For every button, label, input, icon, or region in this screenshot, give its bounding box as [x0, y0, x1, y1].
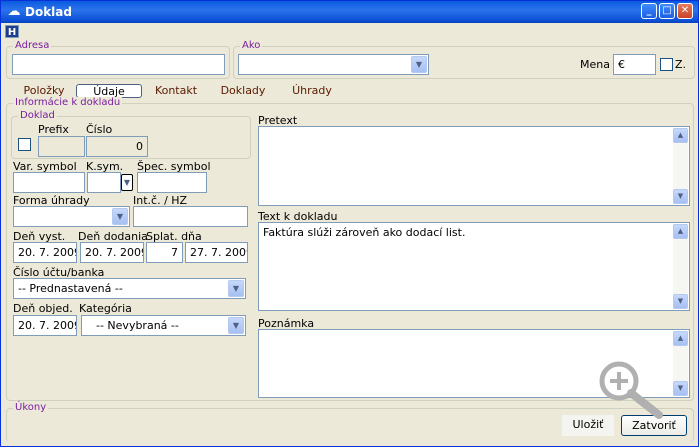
address-group: Adresa [6, 40, 230, 79]
cislo-input: 0 [86, 136, 148, 157]
text-k-dokladu-textarea[interactable]: Faktúra slúži zároveň ako dodací list. ▲… [258, 222, 690, 311]
kategoria-select[interactable]: -- Nevybraná -- ▼ [81, 315, 246, 336]
splat-days-input[interactable]: 7 [146, 242, 183, 263]
k-sym-dropdown-icon[interactable]: ▼ [121, 174, 133, 191]
info-legend: Informácie k dokladu [13, 97, 123, 108]
scroll-down-icon[interactable]: ▼ [673, 189, 688, 204]
z-label: Z. [675, 58, 687, 71]
tab-kontakt[interactable]: Kontakt [153, 84, 199, 98]
doklad-legend: Doklad [18, 110, 57, 121]
ako-legend: Ako [240, 40, 263, 51]
den-dodania-input[interactable]: 20. 7. 2009 [80, 242, 144, 263]
scroll-up-icon[interactable]: ▲ [673, 331, 688, 346]
ukony-legend: Úkony [13, 402, 49, 413]
chevron-down-icon[interactable]: ▼ [228, 317, 244, 334]
cislo-label: Číslo [86, 123, 113, 136]
den-vyst-input[interactable]: 20. 7. 2009 [13, 242, 77, 263]
pretext-textarea[interactable]: ▲ ▼ [258, 126, 690, 206]
address-input[interactable] [12, 54, 225, 75]
minimize-button[interactable]: _ [641, 3, 657, 19]
kategoria-value: -- Nevybraná -- [96, 319, 179, 332]
splat-date-input[interactable]: 27. 7. 2009 [185, 242, 248, 263]
info-group: Informácie k dokladu Doklad Prefix Číslo… [6, 97, 694, 401]
text-k-dokladu-value: Faktúra slúži zároveň ako dodací list. [263, 226, 466, 239]
ucet-value: -- Prednastavená -- [18, 282, 123, 295]
h-button[interactable]: H [5, 25, 19, 38]
currency-label: Mena [580, 58, 610, 71]
app-icon: ☁ [7, 4, 21, 19]
chevron-down-icon[interactable]: ▼ [411, 56, 427, 73]
den-objed-input[interactable]: 20. 7. 2009 [13, 315, 77, 336]
doklad-checkbox[interactable] [18, 138, 31, 151]
var-symbol-input[interactable] [13, 172, 85, 193]
doklad-window: ☁ Doklad _ □ ✕ H Adresa Ako ▼ Mena € Z. … [0, 0, 699, 447]
maximize-button[interactable]: □ [659, 3, 675, 19]
zoom-in-icon[interactable] [595, 359, 665, 419]
window-title: Doklad [25, 5, 72, 19]
tab-udaje[interactable]: Údaje [76, 84, 142, 98]
close-window-button[interactable]: ✕ [677, 3, 693, 19]
k-sym-input[interactable] [87, 172, 121, 193]
scroll-up-icon[interactable]: ▲ [673, 224, 688, 239]
ako-select[interactable]: ▼ [238, 54, 429, 75]
spec-symbol-input[interactable] [137, 172, 207, 193]
chevron-down-icon[interactable]: ▼ [112, 208, 128, 225]
forma-uhrady-select[interactable]: ▼ [13, 206, 130, 227]
ako-group: Ako ▼ Mena € Z. [233, 40, 695, 79]
den-objed-label: Deň objed. [13, 302, 73, 315]
z-checkbox[interactable] [660, 58, 673, 71]
int-c-input[interactable] [133, 206, 248, 227]
tab-uhrady[interactable]: Úhrady [291, 84, 333, 98]
text-scrollbar[interactable]: ▲ ▼ [673, 224, 688, 309]
doklad-subgroup: Doklad Prefix Číslo 0 [11, 110, 251, 159]
address-legend: Adresa [13, 40, 52, 51]
title-bar[interactable]: ☁ Doklad _ □ ✕ [1, 1, 698, 23]
chevron-down-icon[interactable]: ▼ [228, 280, 244, 297]
scroll-down-icon[interactable]: ▼ [673, 381, 688, 396]
scroll-up-icon[interactable]: ▲ [673, 128, 688, 143]
scroll-down-icon[interactable]: ▼ [673, 294, 688, 309]
currency-input[interactable]: € [613, 54, 656, 75]
kategoria-label: Kategória [79, 302, 132, 315]
tab-polozky[interactable]: Položky [19, 84, 69, 98]
pretext-scrollbar[interactable]: ▲ ▼ [673, 128, 688, 204]
ucet-select[interactable]: -- Prednastavená -- ▼ [13, 278, 246, 299]
tab-doklady[interactable]: Doklady [220, 84, 266, 98]
poznamka-scrollbar[interactable]: ▲ ▼ [673, 331, 688, 396]
prefix-label: Prefix [38, 123, 69, 136]
prefix-input [38, 136, 85, 157]
